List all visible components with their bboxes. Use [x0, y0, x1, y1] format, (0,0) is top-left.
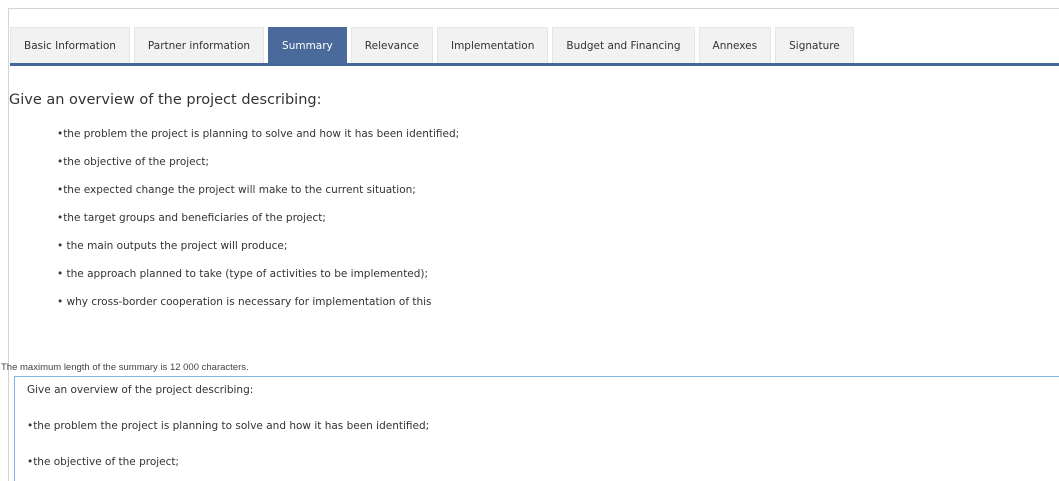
instructions-heading: Give an overview of the project describi… [9, 92, 322, 108]
tab-partner-information[interactable]: Partner information [133, 27, 265, 63]
instruction-item: • the main outputs the project will prod… [57, 240, 288, 252]
summary-textarea[interactable]: Give an overview of the project describi… [14, 376, 1059, 481]
tab-signature[interactable]: Signature [775, 27, 854, 63]
tab-annexes[interactable]: Annexes [698, 27, 772, 63]
instruction-item: •the expected change the project will ma… [57, 184, 416, 196]
instruction-item: • the approach planned to take (type of … [57, 268, 429, 280]
tab-relevance[interactable]: Relevance [350, 27, 433, 63]
tab-summary[interactable]: Summary [268, 27, 347, 63]
max-length-note: The maximum length of the summary is 12 … [1, 362, 249, 373]
page: Basic Information Partner information Su… [0, 0, 1059, 481]
instruction-item: •the objective of the project; [57, 156, 210, 168]
instruction-item: •the problem the project is planning to … [57, 128, 460, 140]
instructions-list: •the problem the project is planning to … [57, 124, 459, 320]
tab-budget-and-financing[interactable]: Budget and Financing [552, 27, 695, 63]
summary-text-line: •the objective of the project; [27, 456, 180, 468]
summary-text-line: •the problem the project is planning to … [27, 420, 430, 432]
tab-bar: Basic Information Partner information Su… [10, 21, 1059, 66]
summary-text-line: Give an overview of the project describi… [27, 384, 254, 396]
instruction-item: • why cross-border cooperation is necess… [57, 296, 432, 308]
tab-basic-information[interactable]: Basic Information [10, 27, 130, 63]
instruction-item: •the target groups and beneficiaries of … [57, 212, 326, 224]
tab-implementation[interactable]: Implementation [436, 27, 549, 63]
